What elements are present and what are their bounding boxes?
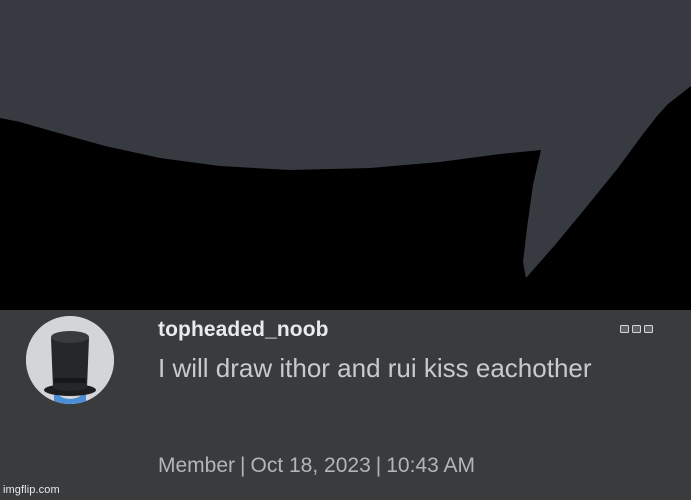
comment-meta: Member | Oct 18, 2023 | 10:43 AM (158, 454, 475, 478)
username[interactable]: topheaded_noob (158, 318, 329, 342)
meme-image: topheaded_noob I will draw ithor and rui… (0, 0, 691, 500)
comment-text: I will draw ithor and rui kiss eachother (158, 353, 592, 383)
menu-dot (620, 325, 629, 333)
user-role: Member (158, 454, 236, 477)
speech-bubble-drawing (0, 0, 691, 310)
comment-card: topheaded_noob I will draw ithor and rui… (0, 310, 691, 500)
more-options-icon[interactable] (620, 325, 654, 335)
top-hat-avatar-icon (26, 316, 114, 404)
imgflip-watermark: imgflip.com (3, 484, 60, 496)
speech-bubble-shape (0, 0, 691, 310)
menu-dot (632, 325, 641, 333)
comment-time: 10:43 AM (386, 454, 475, 477)
comment-date: Oct 18, 2023 (250, 454, 371, 477)
menu-dot (644, 325, 653, 333)
meta-separator: | (375, 454, 382, 477)
user-avatar[interactable] (26, 316, 114, 404)
meta-separator: | (240, 454, 246, 477)
